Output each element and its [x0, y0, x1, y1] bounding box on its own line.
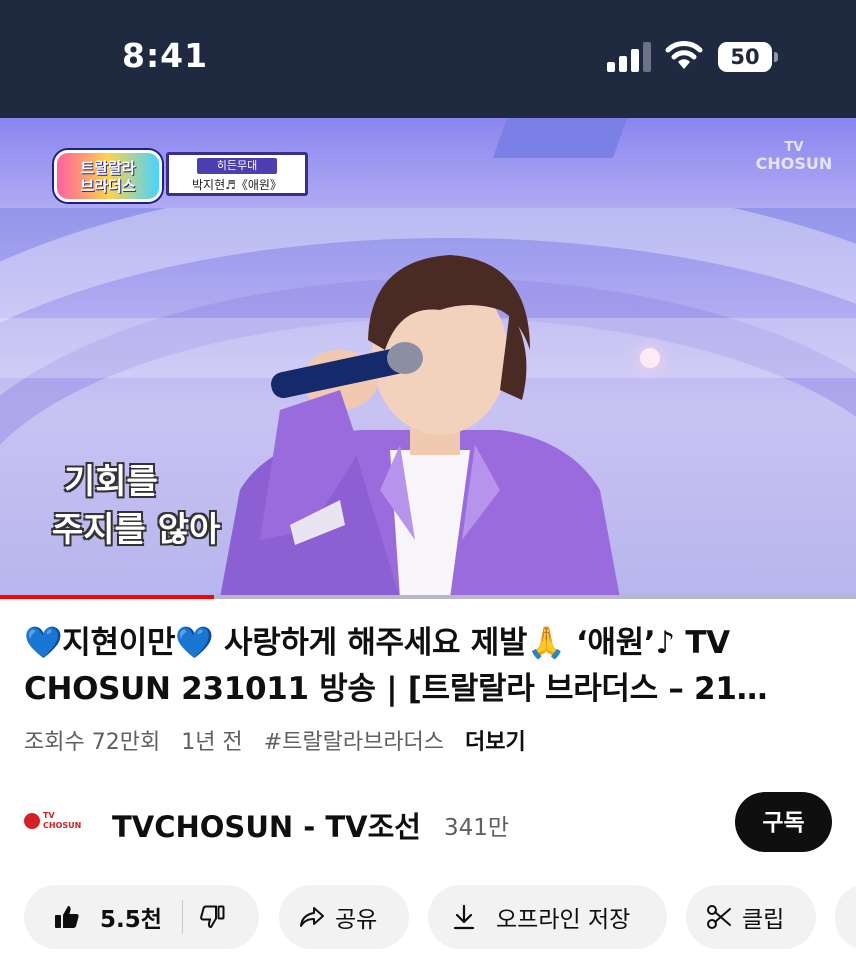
stage-caption: 히든무대 박지현♬《애원》	[166, 152, 308, 196]
status-bar: 8:41 50	[0, 0, 856, 118]
wifi-icon	[665, 41, 703, 69]
hashtag-link[interactable]: #트랄랄라브라더스	[264, 730, 444, 755]
channel-row: TV CHOSUN TVCHOSUN - TV조선 341만 구독	[0, 792, 856, 852]
channel-avatar[interactable]: TV CHOSUN	[24, 811, 88, 833]
caption-top: 히든무대	[197, 158, 277, 174]
video-meta[interactable]: 조회수 72만회 1년 전 #트랄랄라브라더스 더보기	[24, 724, 540, 756]
scissors-icon	[707, 905, 731, 929]
clip-label: 클립	[742, 907, 785, 933]
share-icon	[300, 907, 324, 927]
broadcaster-watermark: TV CHOSUN	[752, 140, 836, 172]
like-count[interactable]: 5.5천	[100, 900, 162, 934]
share-label: 공유	[335, 907, 378, 933]
channel-logo-bottom: CHOSUN	[43, 821, 82, 830]
video-progress-bar[interactable]	[0, 595, 856, 599]
video-progress-fill	[0, 595, 214, 599]
action-bar: 5.5천 공유 오프라인 저장 클립	[0, 885, 856, 951]
more-button[interactable]: 더보기	[465, 730, 526, 755]
channel-logo-icon	[24, 813, 40, 829]
channel-name[interactable]: TVCHOSUN - TV조선	[112, 804, 421, 846]
share-button[interactable]: 공유	[279, 885, 409, 949]
video-player[interactable]: 트랄랄라 브라더스 히든무대 박지현♬《애원》 TV CHOSUN 기회를 주지를…	[0, 118, 856, 598]
upload-age: 1년 전	[181, 730, 243, 755]
video-subtitle: 기회를 주지를 않아	[52, 458, 272, 554]
like-dislike-group: 5.5천	[24, 885, 259, 949]
more-actions-button[interactable]	[835, 885, 856, 949]
status-time: 8:41	[122, 36, 209, 75]
channel-logo-top: TV	[43, 811, 55, 820]
signal-icon	[607, 40, 655, 72]
thumbs-down-icon[interactable]	[199, 904, 225, 930]
watermark-chosun: CHOSUN	[755, 154, 833, 173]
view-count: 조회수 72만회	[24, 730, 161, 755]
subscribe-button[interactable]: 구독	[735, 792, 832, 852]
download-label: 오프라인 저장	[496, 907, 631, 933]
subscriber-count: 341만	[444, 815, 510, 841]
battery-level: 50	[718, 42, 772, 72]
download-button[interactable]: 오프라인 저장	[428, 885, 667, 949]
download-icon	[453, 904, 475, 930]
battery-icon: 50	[718, 42, 778, 72]
video-title[interactable]: 💙지현이만💙 사랑하게 해주세요 제발🙏 ‘애원’♪ TV CHOSUN 231…	[24, 620, 814, 712]
thumbs-up-icon[interactable]	[54, 904, 80, 930]
subtitle-line-1: 기회를	[64, 462, 158, 502]
subtitle-line-2: 주지를 않아	[52, 510, 221, 550]
caption-bottom: 박지현♬《애원》	[192, 178, 282, 192]
show-logo: 트랄랄라 브라더스	[54, 150, 162, 202]
clip-button[interactable]: 클립	[686, 885, 816, 949]
